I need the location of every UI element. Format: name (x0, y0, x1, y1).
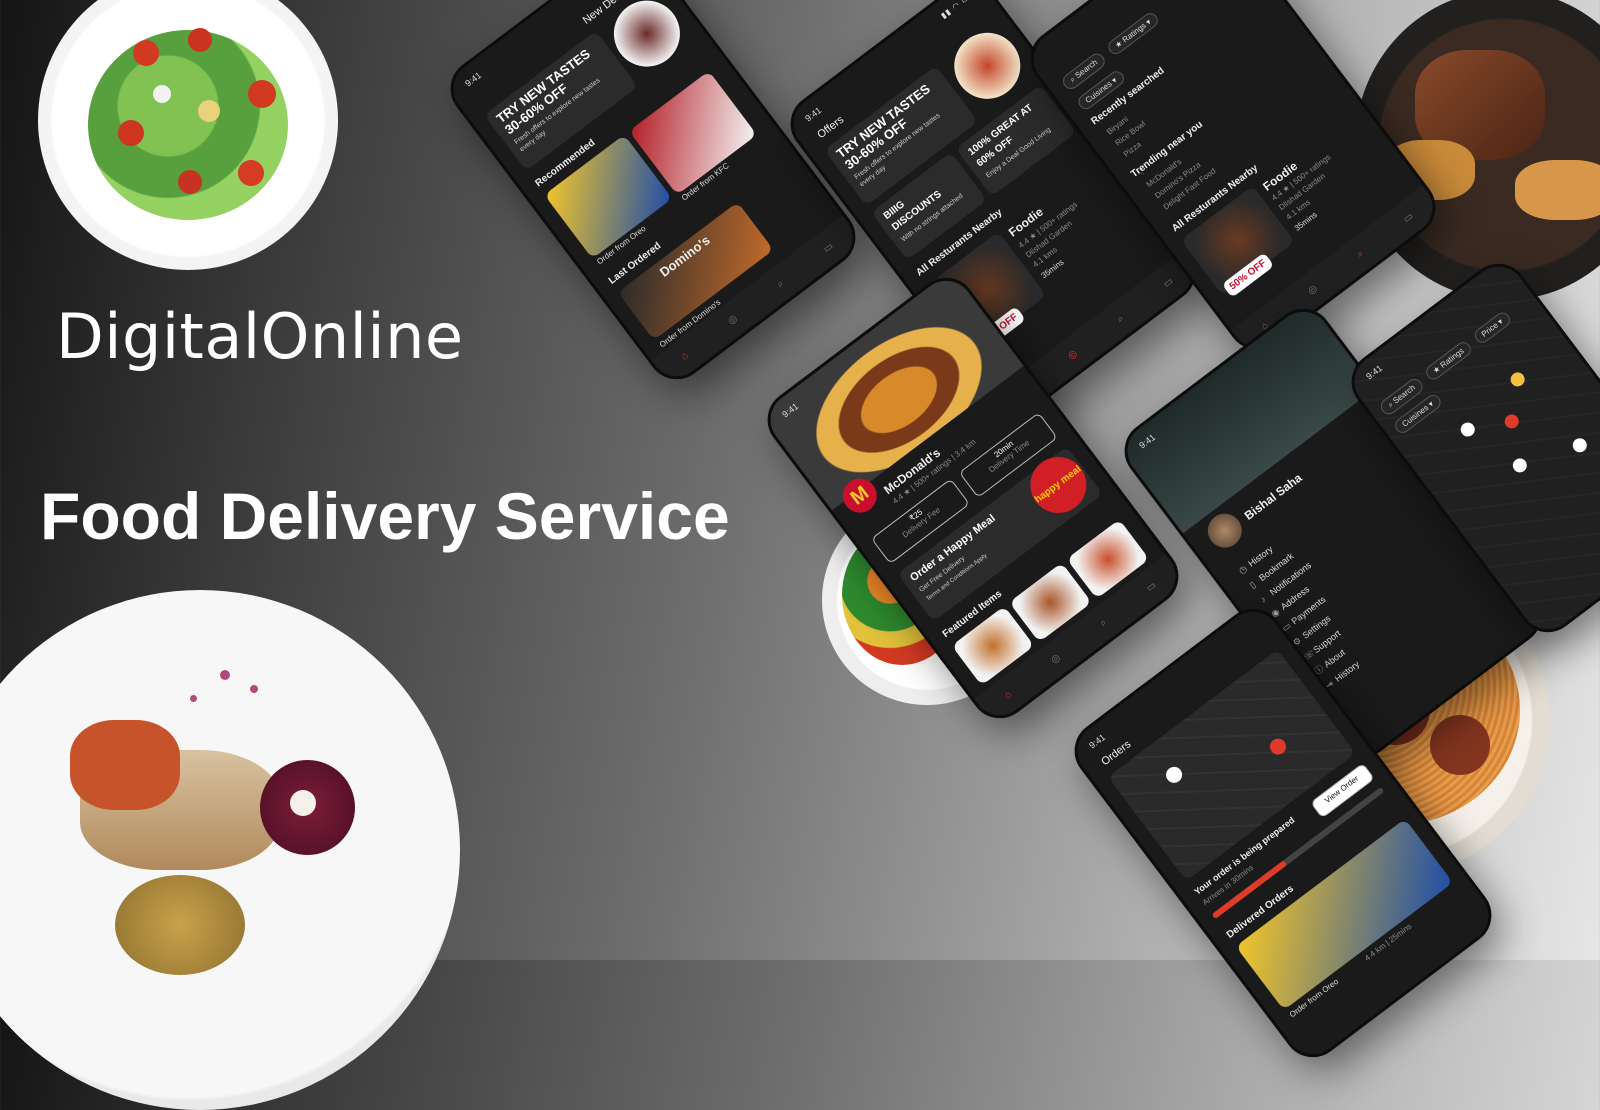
search-icon[interactable]: ⌕ (1355, 248, 1366, 260)
offers-icon[interactable]: ◎ (1049, 652, 1063, 666)
search-icon[interactable]: ⌕ (775, 278, 786, 290)
search-icon[interactable]: ⌕ (1098, 617, 1109, 629)
phone-home-screen: 9:41 ▮▮ ◠ ▭ New Delhi TRY NEW TASTES 30-… (438, 0, 868, 392)
home-icon[interactable]: ⌂ (1002, 689, 1013, 701)
search-icon[interactable]: ⌕ (1115, 313, 1126, 325)
chat-icon[interactable]: ▭ (821, 240, 835, 254)
home-icon[interactable]: ⌂ (679, 350, 690, 362)
delivery-time: 20min (992, 438, 1016, 460)
salad-plate-image (38, 0, 338, 270)
order-map (1108, 649, 1356, 881)
status-time: 9:41 (803, 105, 824, 124)
oreo-order-image[interactable] (1235, 818, 1454, 1011)
fish-plate-image (0, 590, 460, 1110)
chat-icon[interactable]: ▭ (1401, 210, 1415, 224)
status-icons: ▮▮ ◠ ▭ (939, 0, 972, 21)
offers-icon[interactable]: ◎ (1066, 348, 1080, 362)
chat-icon[interactable]: ▭ (1161, 275, 1175, 289)
offers-icon[interactable]: ◎ (1306, 283, 1320, 297)
headline: Food Delivery Service (40, 479, 730, 553)
status-time: 9:41 (463, 70, 484, 89)
brand-name: DigitalOnline (56, 300, 464, 373)
status-time: 9:41 (1087, 732, 1108, 751)
offers-icon[interactable]: ◎ (726, 313, 740, 327)
ratings-filter[interactable]: ★ Ratings ▾ (1105, 10, 1161, 58)
chat-icon[interactable]: ▭ (1144, 579, 1158, 593)
